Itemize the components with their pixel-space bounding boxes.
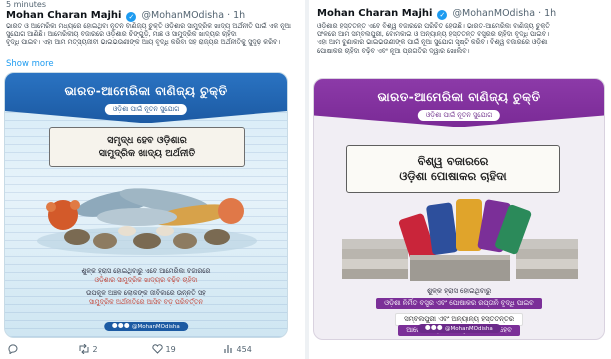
- caption-highlight-purple: ଓଡ଼ିଶା ନିର୍ମିତ ବସ୍ତ୍ର ଏବଂ ପୋଷାକର ରପ୍ତାନି…: [322, 298, 596, 309]
- verified-badge-icon: ✓: [437, 10, 448, 20]
- author-name[interactable]: Mohan Charan Majhi: [6, 10, 121, 21]
- post-text-line: ଓଡ଼ିଶାର ହସ୍ତତନ୍ତ ଏବେ ବିଶ୍ୱ ବଜାରରେ ପରିଚିତ…: [317, 22, 550, 30]
- right-post[interactable]: Mohan Charan Majhi ✓ @MohanMOdisha · 1h …: [309, 0, 611, 359]
- caption-line: ଶୁଳ୍କ ହ୍ରାସ ହୋଇଥିବାରୁ: [426, 287, 492, 295]
- caption-line: ଶୁଳ୍କ ହ୍ରାସ ହୋଇଥିବାରୁ ଏବେ ଆମେରିକା ବଜାରରେ: [81, 267, 211, 275]
- views-icon: [224, 345, 232, 353]
- seafood-illustration: [37, 188, 257, 255]
- post-text: ଓଡ଼ିଶାର ହସ୍ତତନ୍ତ ଏବେ ବିଶ୍ୱ ବଜାରରେ ପରିଚିତ…: [317, 22, 607, 55]
- card-title: ଭାରତ-ଆମେରିକା ବାଣିଜ୍ୟ ଚୁକ୍ତି: [377, 90, 541, 104]
- view-count: 454: [236, 345, 252, 354]
- post-text-line: ପୋଷାକର ଚାହିଦା ବଢ଼ିବ ଏବଂ ନୂଆ ପ୍ରଗତିର ଦ୍ୱା…: [317, 46, 470, 55]
- headline-line-2: ଓଡ଼ିଶା ପୋଷାକର ଚାହିଦା: [399, 169, 507, 183]
- caption-text: ଓଡ଼ିଶା ନିର୍ମିତ ବସ୍ତ୍ର ଏବଂ ପୋଷାକର ରପ୍ତାନି…: [376, 298, 542, 309]
- post-image-clothing[interactable]: ଭାରତ-ଆମେରିକା ବାଣିଜ୍ୟ ଚୁକ୍ତି ଓଡ଼ିଶା ପାଇଁ …: [313, 78, 605, 340]
- repost-button[interactable]: 2: [78, 343, 98, 355]
- caption-line: ଉପକୂଳ ଅଞ୍ଚଳ ଲୋକଙ୍କ ଜୀବିକାରେ ଉନ୍ନତି ସହ: [86, 289, 206, 297]
- headline-line-1: ବିଶ୍ୱ ବଜାରରେ: [417, 154, 489, 168]
- headline-line-2: ସାମୁଦ୍ରିକ ଖାଦ୍ୟ ଅର୍ଥନୀତି: [98, 148, 196, 159]
- headline-line-1: ସମୃଦ୍ଧ ହେବ ଓଡ଼ିଶାର: [107, 135, 187, 146]
- card-footer: @MohanMOdisha: [104, 322, 188, 331]
- post-text-line: ବୃଦ୍ଧି ପାଇବ। ଏହା ଆମ ମତ୍ସ୍ୟଜୀବୀ ଭାଇଭଉଣୀଙ୍…: [6, 38, 281, 47]
- footer-social-icon: [124, 323, 130, 328]
- post-text-line: ଫଳରେ ଆମ ସମ୍ବଲପୁରୀ, ବୋମକାଇ ଓ ଅନ୍ୟାନ୍ୟ ହସ୍…: [317, 30, 550, 39]
- post-header: Mohan Charan Majhi ✓ @MohanMOdisha · 1h: [317, 8, 556, 20]
- footer-social-icon: [118, 323, 124, 328]
- footer-handle: @MohanMOdisha: [444, 326, 493, 332]
- footer-social-icon: [437, 325, 443, 330]
- footer-social-icon: [431, 325, 437, 330]
- reply-button[interactable]: [8, 344, 19, 355]
- footer-handle: @MohanMOdisha: [131, 324, 180, 330]
- show-more-link[interactable]: Show more: [6, 59, 54, 69]
- like-count: 19: [165, 345, 176, 354]
- author-name[interactable]: Mohan Charan Majhi: [317, 8, 432, 19]
- post-text: ଭାରତ ଓ ଆମେରିକା ମଧ୍ୟରେ ହୋଇଥିବା ନୂତନ ବାଣିଜ…: [6, 22, 300, 47]
- reply-icon: [8, 344, 18, 355]
- card-subtitle: ଓଡ଼ିଶା ପାଇଁ ନୂତନ ସୁଯୋଗ: [417, 110, 501, 121]
- author-handle[interactable]: @MohanMOdisha: [142, 10, 225, 21]
- post-time[interactable]: · 1h: [227, 10, 245, 21]
- card-subtitle: ଓଡ଼ିଶା ପାଇଁ ନୂତନ ସୁଯୋଗ: [104, 104, 188, 115]
- left-post[interactable]: 5 minutes Mohan Charan Majhi ✓ @MohanMOd…: [0, 0, 305, 359]
- card-footer: @MohanMOdisha: [417, 324, 501, 333]
- screenshot: 5 minutes Mohan Charan Majhi ✓ @MohanMOd…: [0, 0, 611, 359]
- like-icon: [152, 344, 163, 354]
- author-handle[interactable]: @MohanMOdisha: [453, 8, 536, 19]
- caption-line-highlight: ସାମୁଦ୍ରିକ ଅର୍ଥନୀତିରେ ଆସିବ ବଡ଼ ପରିବର୍ତ୍ତନ: [89, 297, 203, 306]
- repost-icon: [79, 343, 89, 355]
- caption-block-2: ଉପକୂଳ ଅଞ୍ଚଳ ଲୋକଙ୍କ ଜୀବିକାରେ ଉନ୍ନତି ସହ ସା…: [13, 289, 279, 306]
- post-image-seafood[interactable]: ଭାରତ-ଆମେରିକା ବାଣିଜ୍ୟ ଚୁକ୍ତି ଓଡ଼ିଶା ପାଇଁ …: [4, 72, 288, 338]
- post-text-line: ଏହା ଆମ ବୁଣାକାର ଭାଇଭଉଣୀଙ୍କ ପାଇଁ ନୂଆ ସୁଯୋଗ…: [317, 38, 548, 47]
- post-text-line: ସୁଯୋଗ ଆଣିଛି। ଆମେରିକୀୟ ବଜାରରେ ଓଡ଼ିଶାର ଚିଙ…: [6, 30, 237, 39]
- clothing-illustration: [342, 199, 578, 281]
- post-header: Mohan Charan Majhi ✓ @MohanMOdisha · 1h: [6, 10, 245, 22]
- caption-block-1: ଶୁଳ୍କ ହ୍ରାସ ହୋଇଥିବାରୁ ଏବେ ଆମେରିକା ବଜାରରେ…: [13, 267, 279, 284]
- repost-count: 2: [92, 345, 98, 354]
- top-cut-text: 5 minutes: [6, 0, 47, 9]
- footer-social-icon: [112, 323, 118, 328]
- like-button[interactable]: 19: [152, 344, 176, 354]
- card-headline: ବିଶ୍ୱ ବଜାରରେ ଓଡ଼ିଶା ପୋଷାକର ଚାହିଦା: [346, 145, 560, 193]
- card-title: ଭାରତ-ଆମେରିକା ବାଣିଜ୍ୟ ଚୁକ୍ତି: [64, 84, 228, 98]
- post-time[interactable]: · 1h: [538, 8, 556, 19]
- post-text-line: ଭାରତ ଓ ଆମେରିକା ମଧ୍ୟରେ ହୋଇଥିବା ନୂତନ ବାଣିଜ…: [6, 22, 291, 30]
- card-headline: ସମୃଦ୍ଧ ହେବ ଓଡ଼ିଶାର ସାମୁଦ୍ରିକ ଖାଦ୍ୟ ଅର୍ଥନ…: [49, 127, 245, 167]
- views-button[interactable]: 454: [224, 344, 252, 354]
- footer-social-icon: [425, 325, 431, 330]
- verified-badge-icon: ✓: [126, 12, 137, 22]
- caption-line-highlight: ଓଡ଼ିଶାର ସାମୁଦ୍ରିକ ଖାଦ୍ୟର ବଢ଼ିବ ଚାହିଦା: [94, 275, 198, 284]
